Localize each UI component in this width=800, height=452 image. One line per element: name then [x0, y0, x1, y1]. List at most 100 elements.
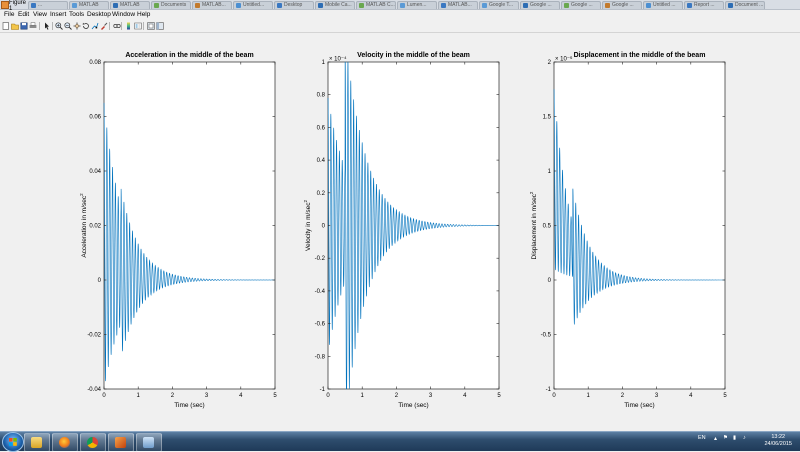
- start-button[interactable]: [2, 432, 24, 452]
- show-hidden-icons-icon[interactable]: ▴: [714, 435, 717, 442]
- app-tab-icon: [277, 3, 282, 8]
- windows-explorer-icon: [31, 437, 42, 448]
- app-tab[interactable]: Google T...: [479, 1, 519, 9]
- menu-bar: File Edit View Insert Tools Desktop Wind…: [0, 10, 800, 20]
- system-clock[interactable]: 13:22 24/06/2015: [764, 434, 792, 448]
- x-tick-label: 5: [723, 393, 727, 399]
- legend-button[interactable]: [134, 22, 142, 30]
- x-tick-label: 4: [463, 393, 467, 399]
- app-tab-icon: [400, 3, 405, 8]
- app-tab[interactable]: Lumen...: [397, 1, 437, 9]
- y-tick-label: -0.8: [315, 354, 326, 360]
- app-tab[interactable]: Report ...: [684, 1, 724, 9]
- menu-file[interactable]: File: [4, 10, 14, 20]
- menu-edit[interactable]: Edit: [18, 10, 29, 20]
- y-axis-exponent: × 10⁻⁴: [329, 56, 347, 63]
- figure-window-icon: [143, 437, 154, 448]
- save-button[interactable]: [20, 22, 28, 30]
- data-cursor-button[interactable]: [91, 22, 99, 30]
- app-tab-label: Lumen...: [407, 2, 427, 8]
- menu-insert[interactable]: Insert: [50, 10, 66, 20]
- hide-plot-tools-button[interactable]: [147, 22, 155, 30]
- app-tab[interactable]: Documents: [151, 1, 191, 9]
- y-tick-label: 0.6: [317, 125, 326, 131]
- figure-toolbar: [0, 20, 800, 33]
- app-tab[interactable]: MATLAB...: [192, 1, 232, 9]
- y-axis-label-superscript: 2: [79, 193, 84, 196]
- y-tick-label: -0.4: [315, 289, 326, 295]
- app-tab[interactable]: MATLAB: [110, 1, 150, 9]
- app-tab[interactable]: MATLAB...: [438, 1, 478, 9]
- menu-desktop[interactable]: Desktop: [87, 10, 111, 20]
- taskbar-app-button[interactable]: [24, 433, 50, 452]
- menu-view[interactable]: View: [33, 10, 47, 20]
- zoom-in-button[interactable]: [55, 22, 63, 30]
- app-tab-label: MATLAB...: [202, 2, 226, 8]
- app-tab-strip: ... MATLAB MATLAB Documents MATLAB... Untitle…: [0, 0, 800, 10]
- y-axis-label: Acceleration in m/sec2: [79, 193, 88, 258]
- hide-plot-tools-icon: [147, 22, 155, 30]
- app-tab[interactable]: MATLAB: [69, 1, 109, 9]
- menu-help[interactable]: Help: [137, 10, 150, 20]
- plot-axes-box: [553, 61, 726, 390]
- y-tick-label: 1.5: [543, 115, 552, 121]
- y-axis-label: Displacement in m/sec2: [529, 191, 538, 259]
- app-tab-icon: [605, 3, 610, 8]
- figure-canvas: 0 1 2 3 4 5 -0.04 -0.02 0 0.02 0.04 0.06 0.08 Acceler…: [0, 33, 800, 431]
- x-tick-label: 1: [361, 393, 365, 399]
- app-tab[interactable]: Untitled ...: [643, 1, 683, 9]
- app-tab[interactable]: ...: [28, 1, 68, 9]
- app-tab[interactable]: Google ...: [602, 1, 642, 9]
- app-tab-icon: [523, 3, 528, 8]
- flag-icon[interactable]: ⚑: [723, 435, 728, 441]
- new-figure-icon: [2, 22, 9, 30]
- app-tab-icon: [72, 3, 77, 8]
- app-tab-label: Desktop: [284, 2, 303, 8]
- app-tab[interactable]: Mobile Ca...: [315, 1, 355, 9]
- app-tab-label: ...: [38, 2, 43, 8]
- y-tick-label: -0.02: [87, 333, 101, 339]
- x-tick-label: 4: [689, 393, 693, 399]
- link-button[interactable]: [113, 22, 121, 30]
- new-figure-button[interactable]: [2, 22, 10, 30]
- show-plot-tools-button[interactable]: [156, 22, 164, 30]
- app-tab[interactable]: Google ...: [561, 1, 601, 9]
- y-axis-label-text: Displacement in m/sec: [531, 193, 538, 259]
- colorbar-button[interactable]: [125, 22, 133, 30]
- toolbar-separator: [52, 22, 53, 30]
- y-tick-label: 0.2: [317, 191, 326, 197]
- taskbar-app-button[interactable]: [136, 433, 162, 452]
- taskbar-app-button[interactable]: [52, 433, 78, 452]
- rotate-button[interactable]: [82, 22, 90, 30]
- print-button[interactable]: [29, 22, 37, 30]
- app-tab[interactable]: Desktop: [274, 1, 314, 9]
- rotate-icon: [82, 22, 89, 29]
- app-tab[interactable]: Document ...: [725, 1, 765, 9]
- pan-button[interactable]: [73, 22, 81, 30]
- app-tab-label: Google T...: [489, 2, 514, 8]
- app-tab[interactable]: Untitled...: [233, 1, 273, 9]
- axes-title: Acceleration in the middle of the beam: [125, 52, 253, 59]
- pointer-button[interactable]: [43, 22, 51, 30]
- menu-tools[interactable]: Tools: [69, 10, 84, 20]
- language-indicator[interactable]: EN: [698, 435, 706, 441]
- menu-window[interactable]: Window: [112, 10, 135, 20]
- y-tick-label: -1: [546, 387, 552, 393]
- zoom-out-button[interactable]: [64, 22, 72, 30]
- app-tab-icon: [195, 3, 200, 8]
- taskbar-app-button[interactable]: [108, 433, 134, 452]
- volume-icon[interactable]: ♪: [743, 435, 746, 441]
- y-tick-label: -0.04: [87, 387, 101, 393]
- y-axis-label-text: Acceleration in m/sec: [81, 195, 88, 258]
- y-tick-label: 0: [98, 278, 102, 284]
- y-axis-label-superscript: 2: [529, 191, 534, 194]
- toolbar-separator: [143, 22, 144, 30]
- brush-button[interactable]: [100, 22, 108, 30]
- network-icon[interactable]: ▮: [733, 435, 736, 441]
- app-tab-icon: [646, 3, 651, 8]
- open-file-button[interactable]: [11, 22, 19, 30]
- app-tab[interactable]: MATLAB C...: [356, 1, 396, 9]
- taskbar-app-button[interactable]: [80, 433, 106, 452]
- app-tab-label: Untitled...: [243, 2, 265, 8]
- app-tab[interactable]: Google ...: [520, 1, 560, 9]
